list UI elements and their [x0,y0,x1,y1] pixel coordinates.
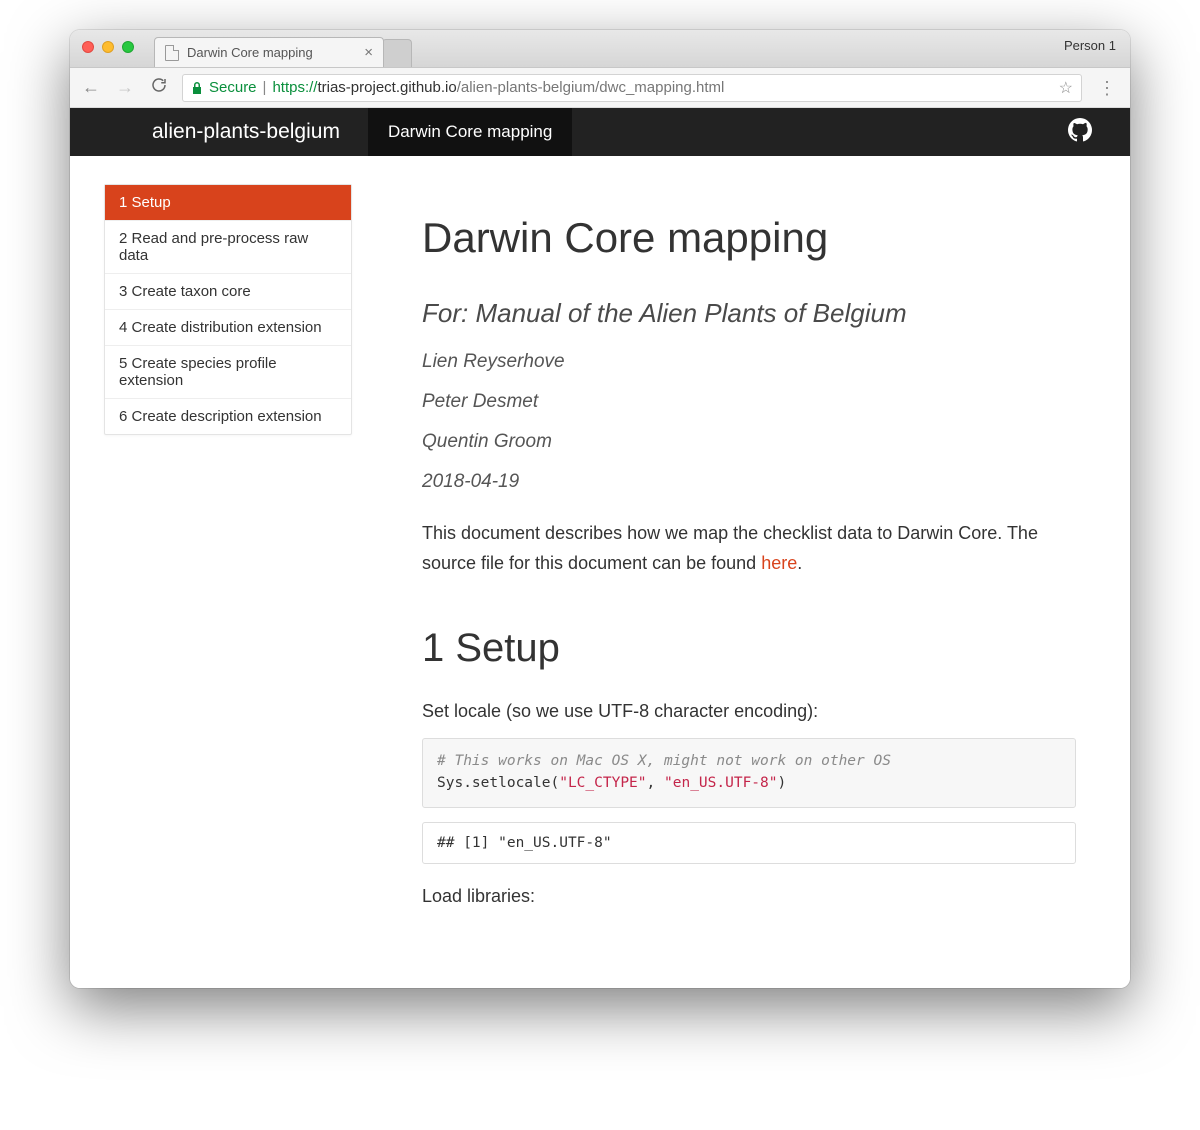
toc-item-species-profile-ext[interactable]: 5 Create species profile extension [105,346,351,399]
intro-suffix: . [797,553,802,573]
setup-paragraph-2: Load libraries: [422,886,1076,907]
author-3: Quentin Groom [422,431,1076,453]
nav-link-dwc-mapping[interactable]: Darwin Core mapping [368,108,572,156]
code-block-setlocale: # This works on Mac OS X, might not work… [422,738,1076,808]
intro-paragraph: This document describes how we map the c… [422,519,1076,578]
code-call-pre: Sys.setlocale( [437,775,559,791]
window-controls [82,41,134,53]
maximize-window-button[interactable] [122,41,134,53]
browser-menu-button[interactable]: ⋮ [1094,79,1120,97]
code-arg1: "LC_CTYPE" [559,775,646,791]
minimize-window-button[interactable] [102,41,114,53]
source-file-link[interactable]: here [761,553,797,573]
url-host: trias-project.github.io [317,79,456,96]
address-toolbar: ← → Secure | https://trias-project.githu… [70,68,1130,108]
github-icon [1068,118,1092,142]
window-titlebar: Darwin Core mapping × Person 1 [70,30,1130,68]
page-content: 1 Setup 2 Read and pre-process raw data … [70,156,1130,988]
site-brand[interactable]: alien-plants-belgium [152,120,340,144]
site-navbar: alien-plants-belgium Darwin Core mapping [70,108,1130,156]
author-1: Lien Reyserhove [422,351,1076,373]
github-link[interactable] [1068,118,1092,147]
code-arg2: "en_US.UTF-8" [664,775,778,791]
reload-icon [150,76,168,94]
toc-item-description-ext[interactable]: 6 Create description extension [105,399,351,434]
file-icon [165,45,179,61]
setup-paragraph-1: Set locale (so we use UTF-8 character en… [422,701,1076,722]
bookmark-star-icon[interactable]: ☆ [1059,78,1073,98]
toc-item-read-preprocess[interactable]: 2 Read and pre-process raw data [105,221,351,274]
forward-button[interactable]: → [114,77,136,98]
secure-label: Secure [209,79,257,96]
close-tab-icon[interactable]: × [364,45,373,60]
browser-tab[interactable]: Darwin Core mapping × [154,37,384,67]
code-call-post: ) [778,775,787,791]
url-separator: | [263,79,267,96]
toc-item-distribution-ext[interactable]: 4 Create distribution extension [105,310,351,346]
intro-text: This document describes how we map the c… [422,523,1038,573]
url-protocol: https:// [272,79,317,96]
browser-window: Darwin Core mapping × Person 1 ← → Secur… [70,30,1130,988]
profile-badge[interactable]: Person 1 [1064,38,1116,53]
new-tab-hint[interactable] [382,39,412,67]
page-subtitle: For: Manual of the Alien Plants of Belgi… [422,298,1076,329]
close-window-button[interactable] [82,41,94,53]
address-bar[interactable]: Secure | https://trias-project.github.io… [182,74,1082,102]
code-sep: , [647,775,664,791]
page-title: Darwin Core mapping [422,214,1076,262]
author-2: Peter Desmet [422,391,1076,413]
back-button[interactable]: ← [80,77,102,98]
output-block-locale: ## [1] "en_US.UTF-8" [422,822,1076,864]
section-heading-setup: 1 Setup [422,626,1076,671]
url-display: https://trias-project.github.io/alien-pl… [272,79,724,96]
toc-item-taxon-core[interactable]: 3 Create taxon core [105,274,351,310]
tab-title: Darwin Core mapping [187,45,313,60]
reload-button[interactable] [148,76,170,99]
main-content: Darwin Core mapping For: Manual of the A… [352,184,1096,988]
tab-strip: Darwin Core mapping × [154,37,412,67]
lock-icon [191,81,203,95]
table-of-contents: 1 Setup 2 Read and pre-process raw data … [104,184,352,435]
doc-date: 2018-04-19 [422,471,1076,493]
code-comment: # This works on Mac OS X, might not work… [437,753,891,769]
toc-item-setup[interactable]: 1 Setup [105,185,351,221]
url-path: /alien-plants-belgium/dwc_mapping.html [457,79,725,96]
